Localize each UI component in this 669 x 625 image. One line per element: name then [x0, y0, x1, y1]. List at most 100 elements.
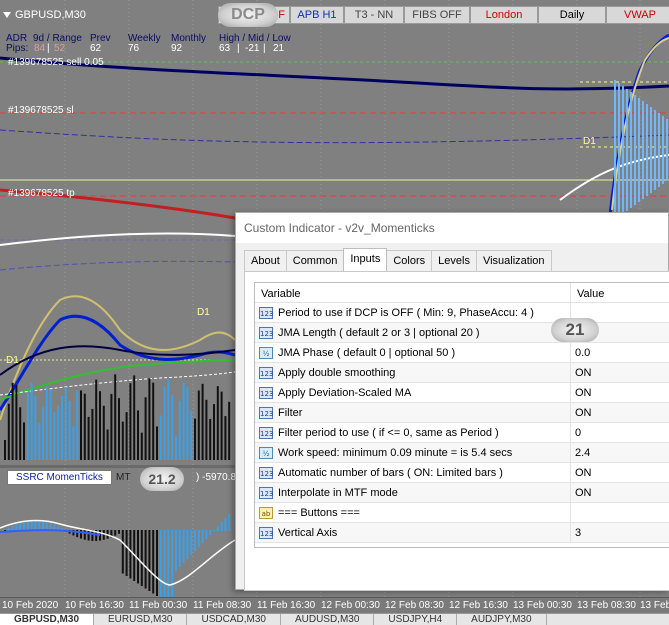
- top-button-6[interactable]: VWAP: [606, 6, 669, 24]
- dialog-tabs: About Common Inputs Colors Levels Visualizati…: [244, 248, 552, 271]
- input-row[interactable]: ½ JMA Phase ( default 0 | optional 50 ) 0.…: [255, 342, 669, 363]
- volume-bar: [118, 398, 120, 460]
- input-row[interactable]: 123 Apply Deviation-Scaled MA ON: [255, 382, 669, 403]
- order-tp-label[interactable]: #139678525 tp: [8, 188, 75, 199]
- volume-bar: [4, 440, 6, 460]
- input-value-cell[interactable]: ON: [571, 407, 592, 419]
- volume-bar: [95, 379, 98, 460]
- inputs-tab-panel: Variable Value 123 Period to use if DCP i…: [244, 271, 669, 591]
- adr-mid-value: -21: [245, 43, 260, 54]
- chart-tab[interactable]: AUDJPY,M30: [457, 614, 547, 625]
- momentum-bar: [26, 520, 29, 531]
- momentum-bar: [87, 530, 90, 541]
- rally-bar: [634, 95, 636, 205]
- top-button-3[interactable]: FIBS OFF: [404, 6, 470, 24]
- volume-bar: [61, 396, 63, 460]
- volume-bar: [216, 386, 219, 460]
- top-button-5[interactable]: Daily: [538, 6, 606, 24]
- input-value-cell[interactable]: 2.4: [571, 447, 590, 459]
- subwindow-period-badge: 21.2: [140, 467, 184, 491]
- input-value-cell[interactable]: ON: [571, 367, 592, 379]
- input-name: Vertical Axis: [278, 526, 338, 539]
- volume-bar: [26, 392, 29, 460]
- input-variable-cell: 123 Apply double smoothing: [255, 362, 571, 383]
- variable-column-header[interactable]: Variable: [255, 283, 571, 302]
- dialog-title[interactable]: Custom Indicator - v2v_Momenticks: [236, 213, 668, 243]
- top-button-2[interactable]: T3 - NN: [344, 6, 404, 24]
- momentum-bar: [83, 530, 86, 540]
- chart-tab[interactable]: USDCAD,M30: [187, 614, 281, 625]
- input-row[interactable]: 123 Apply double smoothing ON: [255, 362, 669, 383]
- volume-bar: [137, 410, 139, 460]
- string-type-icon: ab: [259, 506, 273, 519]
- time-tick-label: 13 Feb 08:30: [577, 600, 636, 611]
- input-value-cell[interactable]: ON: [571, 387, 592, 399]
- input-name: Filter: [278, 406, 303, 419]
- input-variable-cell: 123 Apply Deviation-Scaled MA: [255, 382, 571, 403]
- input-name: Work speed: minimum 0.09 minute = is 5.4…: [278, 446, 513, 459]
- input-row[interactable]: 123 Vertical Axis 3: [255, 522, 669, 543]
- volume-bar: [76, 390, 79, 460]
- input-row[interactable]: ½ Work speed: minimum 0.09 minute = is 5.…: [255, 442, 669, 463]
- chart-tab[interactable]: GBPUSD,M30: [0, 614, 95, 625]
- input-variable-cell: ½ Work speed: minimum 0.09 minute = is 5.…: [255, 442, 571, 463]
- rally-bar: [626, 89, 628, 211]
- rally-bar: [662, 116, 664, 184]
- period-value-badge[interactable]: 21: [551, 318, 599, 342]
- input-row[interactable]: 123 Interpolate in MTF mode ON: [255, 482, 669, 503]
- input-value-cell[interactable]: ON: [571, 467, 592, 479]
- order-sl-label[interactable]: #139678525 sl: [8, 105, 74, 116]
- double-type-icon: ½: [259, 446, 273, 459]
- input-row[interactable]: 123 Period to use if DCP is OFF ( Min: 9,…: [255, 302, 669, 323]
- input-value-cell[interactable]: 0: [571, 427, 581, 439]
- subwindow-mt-label: MT: [116, 472, 131, 483]
- input-value-cell[interactable]: 0.0: [571, 347, 590, 359]
- volume-bar: [190, 411, 193, 460]
- input-row[interactable]: ab === Buttons ===: [255, 502, 669, 523]
- tab-levels[interactable]: Levels: [431, 250, 477, 271]
- top-button-4[interactable]: London: [470, 6, 538, 24]
- volume-bar: [171, 395, 174, 460]
- volume-bar: [163, 386, 166, 460]
- input-row[interactable]: 123 Automatic number of bars ( ON: Limite…: [255, 462, 669, 483]
- momentum-bar: [205, 530, 208, 539]
- tab-common[interactable]: Common: [285, 250, 345, 271]
- input-value-cell[interactable]: 3: [571, 527, 581, 539]
- int-type-icon: 123: [259, 306, 273, 319]
- momentum-bar: [23, 521, 25, 531]
- volume-bar: [197, 390, 200, 460]
- input-value-cell[interactable]: ON: [571, 487, 592, 499]
- int-type-icon: 123: [259, 326, 273, 339]
- time-axis: 10 Feb 2020 10 Feb 16:30 11 Feb 00:30 11 Fe…: [0, 597, 669, 613]
- order-sell-label[interactable]: #139678525 sell 0.05: [8, 57, 104, 68]
- tab-colors[interactable]: Colors: [386, 250, 433, 271]
- tab-inputs[interactable]: Inputs: [343, 248, 388, 271]
- input-row[interactable]: 123 JMA Length ( default 2 or 3 | optiona…: [255, 322, 669, 343]
- tab-visualization[interactable]: Visualization: [475, 250, 552, 271]
- volume-bar: [182, 382, 185, 460]
- subwindow-indicator-tab[interactable]: SSRC MomenTicks: [7, 470, 112, 485]
- volume-bar: [228, 401, 231, 460]
- top-button-1[interactable]: APB H1: [290, 6, 344, 24]
- volume-bar: [19, 407, 22, 460]
- volume-bar: [23, 422, 25, 460]
- volume-bar: [213, 404, 215, 460]
- value-column-header[interactable]: Value: [571, 283, 604, 302]
- rally-bar: [650, 107, 652, 193]
- dcp-badge[interactable]: DCP: [218, 3, 278, 27]
- adr-high-value: 63: [219, 43, 231, 54]
- chart-tab[interactable]: EURUSD,M30: [94, 614, 188, 625]
- input-row[interactable]: 123 Filter ON: [255, 402, 669, 423]
- chart-tab[interactable]: AUDUSD,M30: [281, 614, 375, 625]
- input-row[interactable]: 123 Filter period to use ( if <= 0, same …: [255, 422, 669, 443]
- time-tick-label: 13 Feb 16:30: [640, 600, 669, 611]
- time-tick-label: 13 Feb 00:30: [513, 600, 572, 611]
- ma-white: [0, 232, 236, 246]
- chart-tab[interactable]: USDJPY,H4: [374, 614, 458, 625]
- volume-bar: [57, 405, 60, 460]
- momentum-bar: [186, 530, 189, 559]
- tab-about[interactable]: About: [244, 250, 287, 271]
- volume-bar: [159, 415, 162, 460]
- rally-bar: [642, 101, 644, 199]
- rally-bar: [638, 98, 640, 202]
